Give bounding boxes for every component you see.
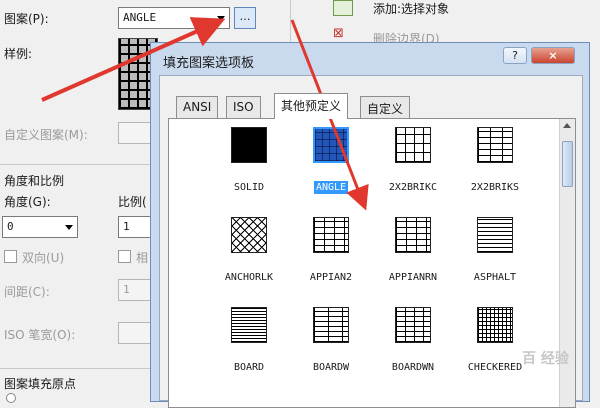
tab-custom[interactable]: 自定义: [360, 96, 411, 118]
pattern-item-appian2[interactable]: APPIAN2: [291, 217, 371, 284]
pattern-label: BOARDW: [312, 362, 350, 373]
iso-pen-label: ISO 笔宽(O):: [4, 328, 76, 342]
add-select-objects-icon[interactable]: [333, 0, 353, 16]
relative-checkbox[interactable]: [118, 250, 131, 263]
dialog-title: 填充图案选项板: [163, 56, 255, 71]
brick-basket-icon[interactable]: [395, 127, 431, 163]
scale-label: 比例(: [118, 195, 147, 209]
add-select-objects-label[interactable]: 添加:选择对象: [373, 0, 449, 17]
brick-stack-icon[interactable]: [477, 127, 513, 163]
custom-pattern-label: 自定义图案(M):: [4, 128, 88, 142]
dialog-body: ANSI ISO 其他预定义 自定义 SOLID ANGLE 2X2BRIKC 2X2…: [159, 75, 583, 408]
pattern-label: 2X2BRIKC: [388, 182, 438, 193]
pattern-label: APPIANRN: [388, 272, 438, 283]
brick-running-icon[interactable]: [395, 217, 431, 253]
board-narrow-icon[interactable]: [395, 307, 431, 343]
chevron-down-icon[interactable]: [217, 16, 225, 21]
pattern-label: ANCHORLK: [224, 272, 274, 283]
pattern-item-2x2brikc[interactable]: 2X2BRIKC: [373, 127, 453, 194]
pattern-label: BOARD: [233, 362, 265, 373]
origin-section-title: 图案填充原点: [4, 377, 77, 391]
anchor-lock-icon[interactable]: [231, 217, 267, 253]
scroll-up-icon[interactable]: [563, 123, 571, 128]
pattern-item-asphalt[interactable]: ASPHALT: [455, 217, 535, 284]
spacing-value: 1: [123, 283, 130, 296]
pattern-label: CHECKERED: [467, 362, 523, 373]
watermark: 百 经验: [522, 351, 569, 367]
chevron-down-icon[interactable]: [65, 225, 73, 230]
sample-label: 样例:: [4, 47, 33, 61]
pattern-label: APPIAN2: [309, 272, 353, 283]
pattern-dropdown[interactable]: ANGLE: [118, 7, 230, 29]
browse-pattern-button[interactable]: …: [234, 7, 256, 29]
angle-tile-icon[interactable]: [313, 127, 349, 163]
double-checkbox[interactable]: [4, 250, 17, 263]
tab-ansi[interactable]: ANSI: [176, 96, 219, 118]
solid-fill-icon[interactable]: [231, 127, 267, 163]
remove-boundary-icon[interactable]: ⊠: [333, 27, 353, 42]
scrollbar-thumb[interactable]: [562, 141, 573, 187]
origin-radio[interactable]: [6, 393, 16, 403]
tab-iso[interactable]: ISO: [226, 96, 261, 118]
scale-value: 1: [123, 220, 130, 233]
pattern-item-boardwn[interactable]: BOARDWN: [373, 307, 453, 374]
pattern-label: 2X2BRIKS: [470, 182, 520, 193]
pattern-label: BOARDWN: [391, 362, 435, 373]
relative-label: 相: [136, 251, 149, 265]
pattern-label: 图案(P):: [4, 12, 49, 26]
pattern-grid: SOLID ANGLE 2X2BRIKC 2X2BRIKS ANCHORLK APPIAN…: [168, 118, 576, 408]
pattern-item-board[interactable]: BOARD: [209, 307, 289, 374]
spacing-label: 间距(C):: [4, 285, 50, 299]
pattern-label: ANGLE: [313, 181, 349, 194]
pattern-item-angle[interactable]: ANGLE: [291, 127, 371, 194]
pattern-item-boardw[interactable]: BOARDW: [291, 307, 371, 374]
close-button[interactable]: ×: [531, 47, 575, 64]
pattern-item-2x2briks[interactable]: 2X2BRIKS: [455, 127, 535, 194]
brick-running-icon[interactable]: [313, 217, 349, 253]
tab-other-predefined[interactable]: 其他预定义: [274, 93, 349, 119]
horizontal-lines-icon[interactable]: [477, 217, 513, 253]
angle-scale-section-title: 角度和比例: [4, 174, 65, 188]
board-lines-icon[interactable]: [231, 307, 267, 343]
checker-grid-icon[interactable]: [477, 307, 513, 343]
board-wide-icon[interactable]: [313, 307, 349, 343]
angle-dropdown[interactable]: 0: [2, 216, 78, 238]
angle-value: 0: [7, 220, 14, 233]
angle-label: 角度(G):: [4, 195, 51, 209]
double-label: 双向(U): [22, 251, 65, 265]
help-button[interactable]: ?: [503, 47, 527, 64]
pattern-item-appianrn[interactable]: APPIANRN: [373, 217, 453, 284]
pattern-label: ASPHALT: [473, 272, 517, 283]
pattern-item-anchorlk[interactable]: ANCHORLK: [209, 217, 289, 284]
pattern-value: ANGLE: [123, 11, 157, 24]
pattern-label: SOLID: [233, 182, 265, 193]
pattern-item-solid[interactable]: SOLID: [209, 127, 289, 194]
